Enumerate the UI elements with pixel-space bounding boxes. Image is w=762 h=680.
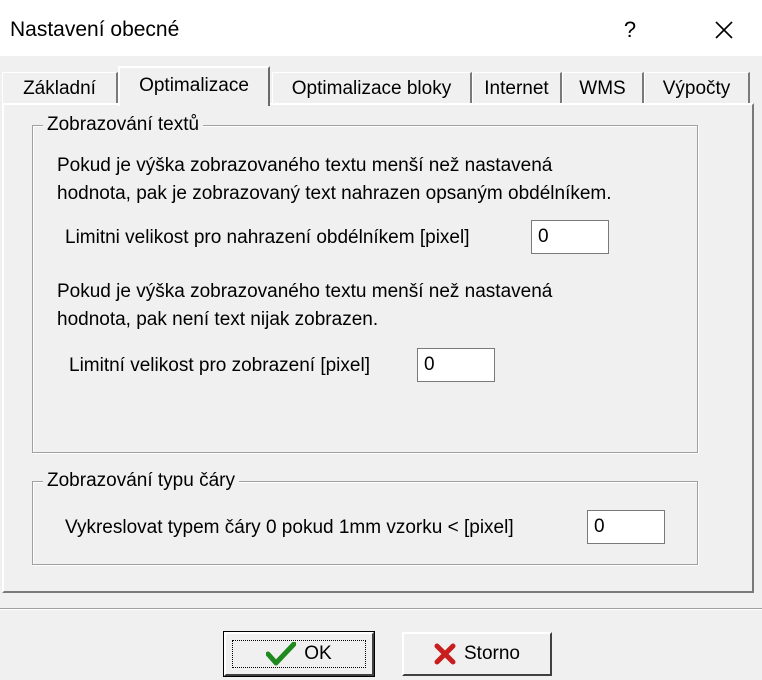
tab-internet[interactable]: Internet	[472, 72, 562, 104]
text-desc-1-line-1: Pokud je výška zobrazovaného textu menší…	[57, 155, 553, 176]
limit-rect-label: Limitni velikost pro nahrazení obdélníke…	[65, 227, 470, 248]
ok-button[interactable]: OK	[223, 631, 375, 677]
tab-label: Výpočty	[662, 78, 731, 99]
tab-page-optimalizace: Zobrazování textů Pokud je výška zobrazo…	[2, 103, 754, 593]
tab-label: WMS	[579, 78, 626, 99]
tab-label: Optimalizace	[139, 75, 249, 96]
close-button[interactable]	[694, 8, 754, 52]
tab-optimalizace-bloky[interactable]: Optimalizace bloky	[272, 72, 472, 104]
cancel-label: Storno	[464, 643, 520, 664]
tab-zakladni[interactable]: Základní	[2, 72, 118, 104]
line-type-group: Zobrazování typu čáry Vykreslovat typem …	[32, 469, 698, 565]
window-title: Nastavení obecné	[10, 18, 180, 41]
tab-wms[interactable]: WMS	[562, 72, 644, 104]
draw-linetype-label: Vykreslovat typem čáry 0 pokud 1mm vzork…	[65, 517, 514, 538]
text-desc-2-line-1: Pokud je výška zobrazovaného textu menší…	[57, 281, 553, 302]
group-legend: Zobrazování typu čáry	[43, 469, 239, 493]
text-display-group: Zobrazování textů Pokud je výška zobrazo…	[32, 113, 698, 453]
tab-vypocty[interactable]: Výpočty	[644, 72, 750, 104]
help-button[interactable]: ?	[608, 8, 652, 52]
dialog-client: Základní Optimalizace Optimalizace bloky…	[0, 56, 762, 680]
text-desc-1-line-2: hodnota, pak je zobrazovaný text nahraze…	[57, 183, 612, 204]
draw-linetype-input[interactable]: 0	[587, 510, 665, 544]
title-bar: Nastavení obecné ?	[0, 0, 762, 56]
tab-label: Základní	[23, 78, 96, 99]
focus-ring	[232, 640, 366, 668]
close-icon	[715, 21, 733, 39]
tab-optimalizace[interactable]: Optimalizace	[118, 66, 270, 106]
tab-label: Internet	[484, 78, 549, 99]
cancel-button[interactable]: Storno	[402, 632, 552, 676]
group-legend: Zobrazování textů	[43, 113, 204, 137]
text-desc-2-line-2: hodnota, pak není text nijak zobrazen.	[57, 309, 379, 330]
cross-icon	[434, 643, 456, 665]
help-icon: ?	[623, 17, 637, 42]
limit-show-input[interactable]: 0	[417, 348, 495, 382]
limit-rect-input[interactable]: 0	[531, 220, 609, 254]
tab-label: Optimalizace bloky	[291, 78, 452, 99]
limit-show-label: Limitní velikost pro zobrazení [pixel]	[69, 355, 370, 376]
bottom-separator	[0, 608, 762, 610]
